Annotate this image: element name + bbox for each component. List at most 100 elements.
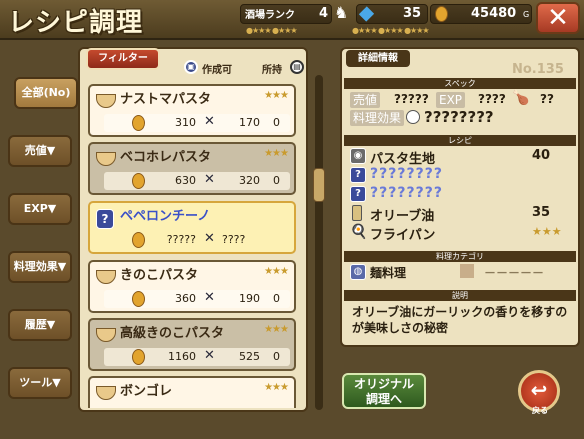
item-exp: 170 [239, 116, 260, 129]
category-slot-icon [460, 264, 474, 278]
item-stars: ★★★ [264, 90, 289, 101]
list-item[interactable]: 高級きのこパスタ ★★★ 1160 ✕ 525 0 [88, 318, 296, 371]
item-exp: 190 [239, 292, 260, 305]
tab-history[interactable]: 履歴▼ [8, 309, 72, 341]
filter-button[interactable]: フィルター [86, 48, 160, 70]
unknown-ingredient-icon: ? [350, 186, 366, 202]
bowl-icon [96, 94, 116, 108]
exp-label: EXP [436, 92, 466, 108]
item-exp: 525 [239, 350, 260, 363]
header-stars-1: ●★★★ ●★★★ [246, 26, 298, 35]
list-scrollbar[interactable] [315, 75, 323, 410]
list-item[interactable]: ナストマパスタ ★★★ 310 ✕ 170 0 [88, 84, 296, 137]
legend-craftable: 作成可 [202, 65, 232, 76]
item-stats: 1160 ✕ 525 0 [104, 348, 290, 366]
original-button-line1: オリジナル [353, 377, 414, 391]
scrollbar-thumb[interactable] [313, 168, 325, 202]
item-price: ????? [166, 233, 196, 246]
coin-icon [132, 232, 145, 248]
item-name: きのこパスタ [120, 268, 199, 283]
craftable-icon: ▣ [184, 60, 198, 74]
original-cook-button[interactable]: オリジナル 調理へ [342, 373, 426, 409]
dough-icon: ◉ [350, 148, 366, 164]
coin-icon [132, 349, 145, 365]
item-owned-count: 0 [273, 174, 280, 187]
ingredient-name: フライパン [370, 228, 436, 243]
category-extra: －－－－－ [484, 266, 545, 280]
effect-label: 料理効果 [350, 110, 405, 126]
item-name: ナストマパスタ [120, 92, 212, 107]
price-value: ????? [394, 92, 429, 106]
unknown-ingredient-icon: ? [350, 167, 366, 183]
exp-icon: ✕ [204, 348, 215, 363]
original-button-line2: 調理へ [365, 392, 402, 406]
item-stats: ????? ✕ ???? [104, 231, 290, 249]
gold-value: 45480 [471, 6, 517, 21]
list-item[interactable]: きのこパスタ ★★★ 360 ✕ 190 0 [88, 260, 296, 313]
ingredient-qty: 40 [532, 148, 551, 163]
exp-icon: ✕ [204, 290, 215, 305]
item-owned-count: 0 [273, 292, 280, 305]
exp-icon: ✕ [204, 172, 215, 187]
description-text: オリーブ油にガーリックの香りを移すのが美味しさの秘密 [352, 305, 568, 335]
frying-pan-icon: 🍳 [350, 224, 368, 240]
item-name: ボンゴレ [120, 384, 173, 399]
tab-exp[interactable]: EXP▼ [8, 193, 72, 225]
item-exp: ???? [222, 233, 246, 246]
item-stars: ★★★ [264, 266, 289, 277]
price-label: 売値 [350, 92, 381, 108]
item-price: 310 [175, 116, 196, 129]
bowl-icon [96, 328, 116, 342]
tab-tool[interactable]: ツール▼ [8, 367, 72, 399]
item-name: 高級きのこパスタ [120, 326, 225, 341]
list-item-selected[interactable]: ? ペペロンチーノ ????? ✕ ???? [88, 201, 296, 254]
coin-icon [132, 173, 145, 189]
list-item[interactable]: ボンゴレ ★★★ [88, 376, 296, 408]
bowl-icon [96, 152, 116, 166]
back-arrow-icon: ↩ [530, 378, 548, 402]
spec-header: スペック [344, 78, 576, 89]
item-exp: 320 [239, 174, 260, 187]
item-owned-count: 0 [273, 350, 280, 363]
drumstick-icon: 🍗 [512, 90, 530, 106]
category-value: 麺料理 [370, 266, 407, 280]
exp-icon: ✕ [204, 114, 215, 129]
header-stars-2: ●★★★ ●★★★ ●★★★ [352, 26, 430, 35]
recipe-number: No.135 [512, 62, 564, 77]
item-stats: 310 ✕ 170 0 [104, 114, 290, 132]
tab-effect[interactable]: 料理効果▼ [8, 251, 72, 283]
item-stats: 360 ✕ 190 0 [104, 290, 290, 308]
tab-all[interactable]: 全部(No) [14, 77, 78, 109]
exp-value: ???? [478, 92, 506, 106]
rank-value: 4 [319, 6, 329, 21]
gold-coin-icon [435, 6, 448, 22]
effect-value: ???????? [424, 108, 494, 126]
list-item[interactable]: ベコホレパスタ ★★★ 630 ✕ 320 0 [88, 142, 296, 195]
item-stars: ★★★ [264, 382, 289, 393]
tab-price[interactable]: 売値▼ [8, 135, 72, 167]
item-name: ベコホレパスタ [120, 150, 212, 165]
back-label: 戻る [532, 406, 548, 415]
exp-extra: ?? [540, 92, 554, 106]
coin-icon [132, 291, 145, 307]
item-stars: ★★★ [264, 148, 289, 159]
gem-box: 35 [356, 4, 428, 24]
description-header: 説明 [344, 290, 576, 301]
item-stars: ★★★ [264, 324, 289, 335]
owned-icon: ▤ [290, 60, 304, 74]
item-owned-count: 0 [273, 116, 280, 129]
bowl-icon [96, 270, 116, 284]
noodle-category-icon: ◍ [350, 264, 366, 280]
tavern-rank-box: 酒場ランク 4 [240, 4, 332, 24]
legend-owned: 所持 [262, 65, 282, 76]
item-price: 630 [175, 174, 196, 187]
item-price: 1160 [168, 350, 196, 363]
close-button[interactable]: ✕ [536, 2, 580, 34]
page-title: レシピ調理 [8, 8, 144, 38]
gem-icon [358, 6, 375, 22]
gold-box: 45480 G [430, 4, 532, 24]
item-name: ペペロンチーノ [120, 209, 211, 224]
item-stats: 630 ✕ 320 0 [104, 172, 290, 190]
ingredient-qty: 35 [532, 205, 551, 220]
gem-value: 35 [403, 6, 422, 21]
